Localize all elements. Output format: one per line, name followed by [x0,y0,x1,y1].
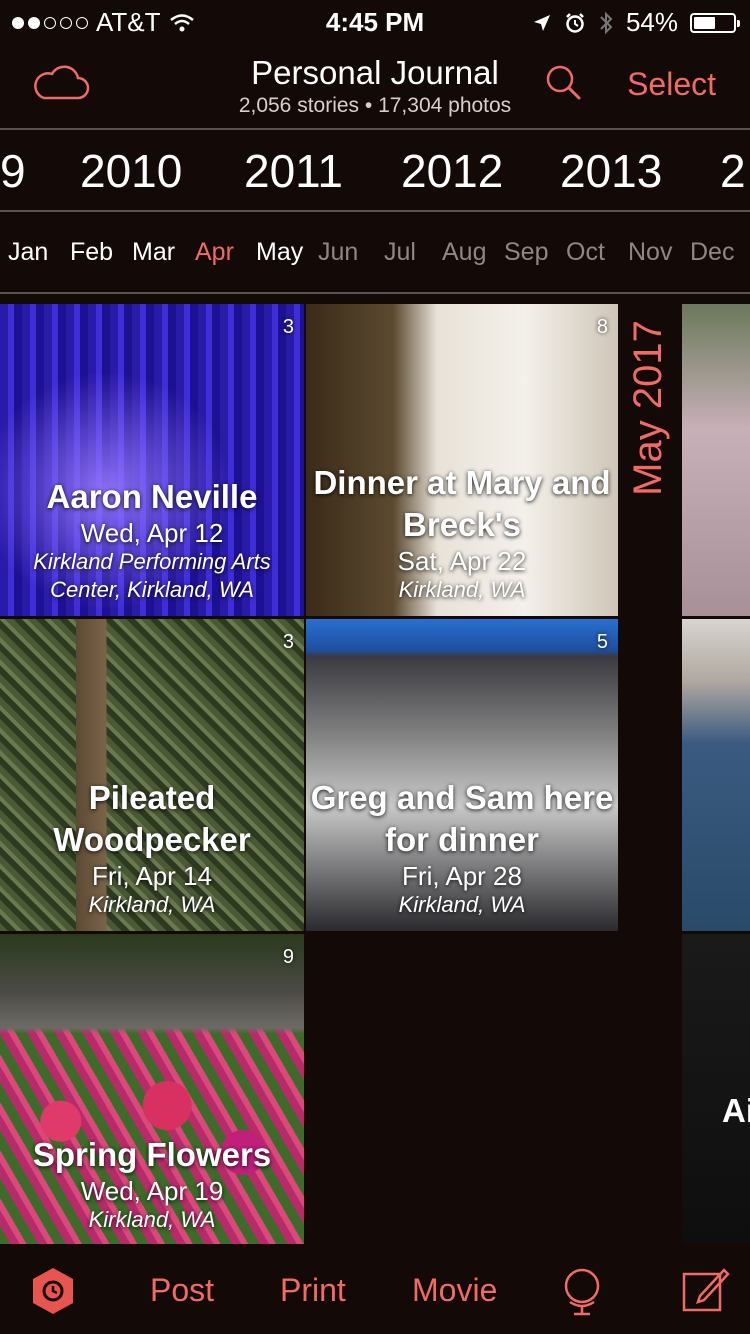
select-button[interactable]: Select [627,66,716,103]
movie-button[interactable]: Movie [412,1272,497,1309]
story-title: Pileated Woodpecker [53,779,251,858]
search-icon[interactable] [543,62,583,102]
photo-count: 3 [282,316,294,338]
story-location: Kirkland Performing Arts Center, Kirklan… [33,549,271,602]
post-button[interactable]: Post [150,1272,214,1309]
story-tile[interactable]: 3 Aaron Neville Wed, Apr 12 Kirkland Per… [0,304,304,616]
year-item[interactable]: 2013 [560,144,662,198]
story-tile-partial[interactable] [682,619,750,931]
month-item[interactable]: Dec [690,238,734,267]
bluetooth-icon [600,11,613,34]
year-item[interactable]: 2 [720,144,746,198]
story-date: Wed, Apr 19 [80,1176,224,1206]
battery-icon [690,12,740,33]
year-scroller[interactable]: 9 2010 2011 2012 2013 2 [0,130,750,210]
location-arrow-icon [533,14,550,31]
story-date: Sat, Apr 22 [397,546,527,576]
photo-count: 8 [596,316,608,338]
month-item-active[interactable]: Apr [195,238,234,267]
month-item[interactable]: Oct [566,238,605,267]
month-item[interactable]: Sep [504,238,548,267]
story-caption: Spring Flowers Wed, Apr 19 Kirkland, WA [0,1134,304,1234]
photo-count: 3 [282,631,294,653]
battery-percent: 54% [625,7,678,37]
story-location: Kirkland, WA [398,577,526,602]
bottom-toolbar: Post Print Movie [0,1246,750,1334]
story-caption: Dinner at Mary and Breck's Sat, Apr 22 K… [306,462,618,604]
year-item[interactable]: 2012 [401,144,503,198]
story-title: Greg and Sam here for dinner [310,779,614,858]
year-item[interactable]: 2011 [244,144,343,198]
photo-count: 5 [596,631,608,653]
nav-bar: Personal Journal 2,056 stories • 17,304 … [0,40,750,128]
status-right: 54% [532,7,740,38]
story-title-partial: Ai [722,1092,750,1129]
story-title: Aaron Neville [46,478,258,515]
story-grid: 3 Aaron Neville Wed, Apr 12 Kirkland Per… [0,304,750,1244]
print-button[interactable]: Print [280,1272,346,1309]
story-title: Spring Flowers [32,1136,272,1173]
month-scroller[interactable]: Jan Feb Mar Apr May Jun Jul Aug Sep Oct … [0,212,750,292]
story-location: Kirkland, WA [398,892,526,917]
globe-icon[interactable] [560,1266,604,1316]
compose-icon[interactable] [682,1266,730,1314]
month-divider-strip: May 2017 [618,304,682,1244]
year-item[interactable]: 9 [0,144,26,198]
story-caption: Pileated Woodpecker Fri, Apr 14 Kirkland… [0,777,304,919]
month-item[interactable]: Aug [442,238,486,267]
month-item[interactable]: Nov [628,238,672,267]
story-tile[interactable]: 9 Spring Flowers Wed, Apr 19 Kirkland, W… [0,934,304,1244]
story-date: Fri, Apr 14 [92,861,212,891]
story-caption: Aaron Neville Wed, Apr 12 Kirkland Perfo… [0,476,304,604]
story-tile[interactable]: 8 Dinner at Mary and Breck's Sat, Apr 22… [306,304,618,616]
strip-month: May [626,420,670,496]
month-item[interactable]: Jul [384,238,416,267]
divider [0,292,750,294]
story-date: Fri, Apr 28 [402,861,522,891]
story-tile[interactable]: 3 Pileated Woodpecker Fri, Apr 14 Kirkla… [0,619,304,931]
story-caption: Greg and Sam here for dinner Fri, Apr 28… [306,777,618,919]
month-item[interactable]: May [256,238,303,267]
strip-year: 2017 [626,320,670,410]
status-bar: AT&T 4:45 PM 54% [0,0,750,40]
story-title: Dinner at Mary and Breck's [313,464,611,543]
month-year-label: May 2017 [626,304,670,528]
story-tile[interactable]: 5 Greg and Sam here for dinner Fri, Apr … [306,619,618,931]
month-item[interactable]: Mar [132,238,175,267]
month-item[interactable]: Feb [70,238,113,267]
year-item[interactable]: 2010 [80,144,182,198]
story-date: Wed, Apr 12 [80,518,224,548]
story-tile-partial[interactable]: Ai [682,934,750,1244]
month-item[interactable]: Jan [8,238,48,267]
app-logo-icon[interactable] [28,1266,78,1316]
photo-count: 9 [282,946,294,968]
story-location: Kirkland, WA [88,892,216,917]
month-item[interactable]: Jun [318,238,358,267]
story-location: Kirkland, WA [88,1207,216,1232]
story-tile-partial[interactable] [682,304,750,616]
alarm-icon [566,12,584,33]
